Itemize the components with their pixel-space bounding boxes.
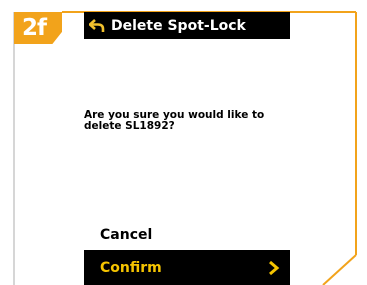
confirm-label: Confirm [100, 259, 162, 276]
step-badge: 2f [14, 12, 62, 44]
instruction-frame [0, 0, 367, 285]
confirm-button[interactable]: Confirm [84, 250, 290, 285]
cancel-button[interactable]: Cancel [100, 227, 152, 243]
page-title: Delete Spot-Lock [111, 17, 246, 34]
back-arrow-icon[interactable] [84, 12, 110, 39]
confirmation-message: Are you sure you would like to delete SL… [84, 109, 265, 132]
title-bar: Delete Spot-Lock [84, 12, 290, 39]
chevron-right-icon [268, 260, 280, 276]
